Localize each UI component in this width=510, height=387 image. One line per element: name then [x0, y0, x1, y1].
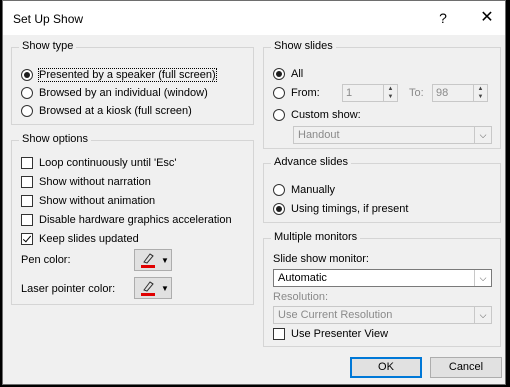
resolution-label: Resolution: [273, 291, 329, 303]
check-without-animation[interactable]: Show without animation [21, 193, 155, 209]
to-slide-spinner[interactable]: 98 ▲ ▼ [432, 84, 488, 102]
pen-icon [141, 252, 155, 268]
radio-label: All [291, 68, 304, 80]
close-icon[interactable]: ✕ [475, 7, 499, 29]
radio-icon[interactable] [273, 203, 285, 215]
laser-color-swatch [141, 293, 155, 296]
radio-all-slides[interactable]: All [273, 66, 303, 82]
to-label: To: [409, 87, 424, 99]
check-disable-hw-acceleration[interactable]: Disable hardware graphics acceleration [21, 212, 232, 228]
radio-icon[interactable] [21, 87, 33, 99]
slide-show-monitor-select[interactable]: Automatic ⌵ [273, 269, 492, 287]
pen-color-swatch [141, 265, 155, 268]
monitor-value: Automatic [278, 272, 327, 284]
radio-manually[interactable]: Manually [273, 182, 335, 198]
show-options-group: Show options Loop continuously until 'Es… [11, 133, 254, 305]
check-without-narration[interactable]: Show without narration [21, 174, 151, 190]
from-value: 1 [346, 87, 353, 99]
spinner-arrows-icon[interactable]: ▲ ▼ [473, 85, 487, 101]
check-label: Disable hardware graphics acceleration [39, 214, 232, 226]
check-label: Show without animation [39, 195, 156, 207]
show-type-title: Show type [19, 40, 77, 52]
advance-slides-group: Advance slides Manually Using timings, i… [263, 156, 501, 223]
advance-slides-title: Advance slides [271, 156, 351, 168]
ok-button[interactable]: OK [350, 357, 422, 378]
monitor-label: Slide show monitor: [273, 253, 369, 265]
check-label: Loop continuously until 'Esc' [39, 157, 177, 169]
cancel-button[interactable]: Cancel [430, 357, 502, 378]
laser-color-label: Laser pointer color: [21, 283, 116, 295]
radio-label: Browsed at a kiosk (full screen) [39, 105, 192, 117]
checkbox-icon[interactable] [21, 214, 33, 226]
chevron-down-icon: ⌵ [474, 270, 491, 286]
multiple-monitors-group: Multiple monitors Slide show monitor: Au… [263, 231, 501, 347]
set-up-show-dialog: Set Up Show ? ✕ Show type Presented by a… [2, 0, 506, 385]
check-keep-slides-updated[interactable]: Keep slides updated [21, 231, 139, 247]
checkbox-icon[interactable] [273, 328, 285, 340]
chevron-down-icon: ⌵ [474, 127, 491, 143]
radio-label: Using timings, if present [291, 203, 409, 215]
checkbox-icon[interactable] [21, 176, 33, 188]
resolution-value: Use Current Resolution [278, 309, 393, 321]
radio-using-timings[interactable]: Using timings, if present [273, 201, 408, 217]
check-loop-continuously[interactable]: Loop continuously until 'Esc' [21, 155, 177, 171]
dialog-title: Set Up Show [13, 12, 84, 26]
radio-icon[interactable] [273, 184, 285, 196]
radio-icon[interactable] [273, 109, 285, 121]
radio-presented-by-speaker[interactable]: Presented by a speaker (full screen) [21, 67, 217, 83]
multiple-monitors-title: Multiple monitors [271, 231, 361, 243]
pen-color-label: Pen color: [21, 254, 71, 266]
radio-from-slides[interactable]: From: [273, 85, 320, 101]
chevron-down-icon: ▼ [161, 283, 169, 293]
radio-custom-show[interactable]: Custom show: [273, 107, 361, 123]
custom-show-select[interactable]: Handout ⌵ [293, 126, 492, 144]
help-icon[interactable]: ? [431, 7, 455, 29]
radio-label: Custom show: [291, 109, 361, 121]
show-slides-group: Show slides All From: 1 ▲ ▼ To: 98 ▲ ▼ Cus… [263, 40, 501, 149]
resolution-select[interactable]: Use Current Resolution ⌵ [273, 306, 492, 324]
show-options-title: Show options [19, 133, 92, 145]
checkbox-icon[interactable] [21, 157, 33, 169]
check-label: Keep slides updated [39, 233, 139, 245]
radio-label: Manually [291, 184, 336, 196]
radio-icon[interactable] [21, 105, 33, 117]
title-bar: Set Up Show ? ✕ [3, 1, 505, 35]
radio-label: Presented by a speaker (full screen) [38, 68, 217, 82]
from-slide-spinner[interactable]: 1 ▲ ▼ [342, 84, 398, 102]
radio-label: From: [291, 87, 320, 99]
radio-icon[interactable] [273, 87, 285, 99]
show-type-group: Show type Presented by a speaker (full s… [11, 40, 254, 125]
check-use-presenter-view[interactable]: Use Presenter View [273, 326, 388, 342]
radio-label: Browsed by an individual (window) [39, 87, 208, 99]
chevron-down-icon: ▼ [161, 255, 169, 265]
custom-show-value: Handout [298, 129, 340, 141]
check-label: Show without narration [39, 176, 151, 188]
checkbox-icon[interactable] [21, 195, 33, 207]
to-value: 98 [436, 87, 449, 99]
show-slides-title: Show slides [271, 40, 336, 52]
radio-icon[interactable] [273, 68, 285, 80]
checkbox-icon[interactable] [21, 233, 33, 245]
radio-browsed-at-kiosk[interactable]: Browsed at a kiosk (full screen) [21, 103, 192, 119]
chevron-down-icon: ⌵ [474, 307, 491, 323]
laser-color-button[interactable]: ▼ [134, 277, 172, 299]
pen-icon [141, 280, 155, 296]
radio-browsed-by-individual[interactable]: Browsed by an individual (window) [21, 85, 208, 101]
radio-icon[interactable] [21, 69, 33, 81]
spinner-arrows-icon[interactable]: ▲ ▼ [383, 85, 397, 101]
check-label: Use Presenter View [291, 328, 389, 340]
pen-color-button[interactable]: ▼ [134, 249, 172, 271]
